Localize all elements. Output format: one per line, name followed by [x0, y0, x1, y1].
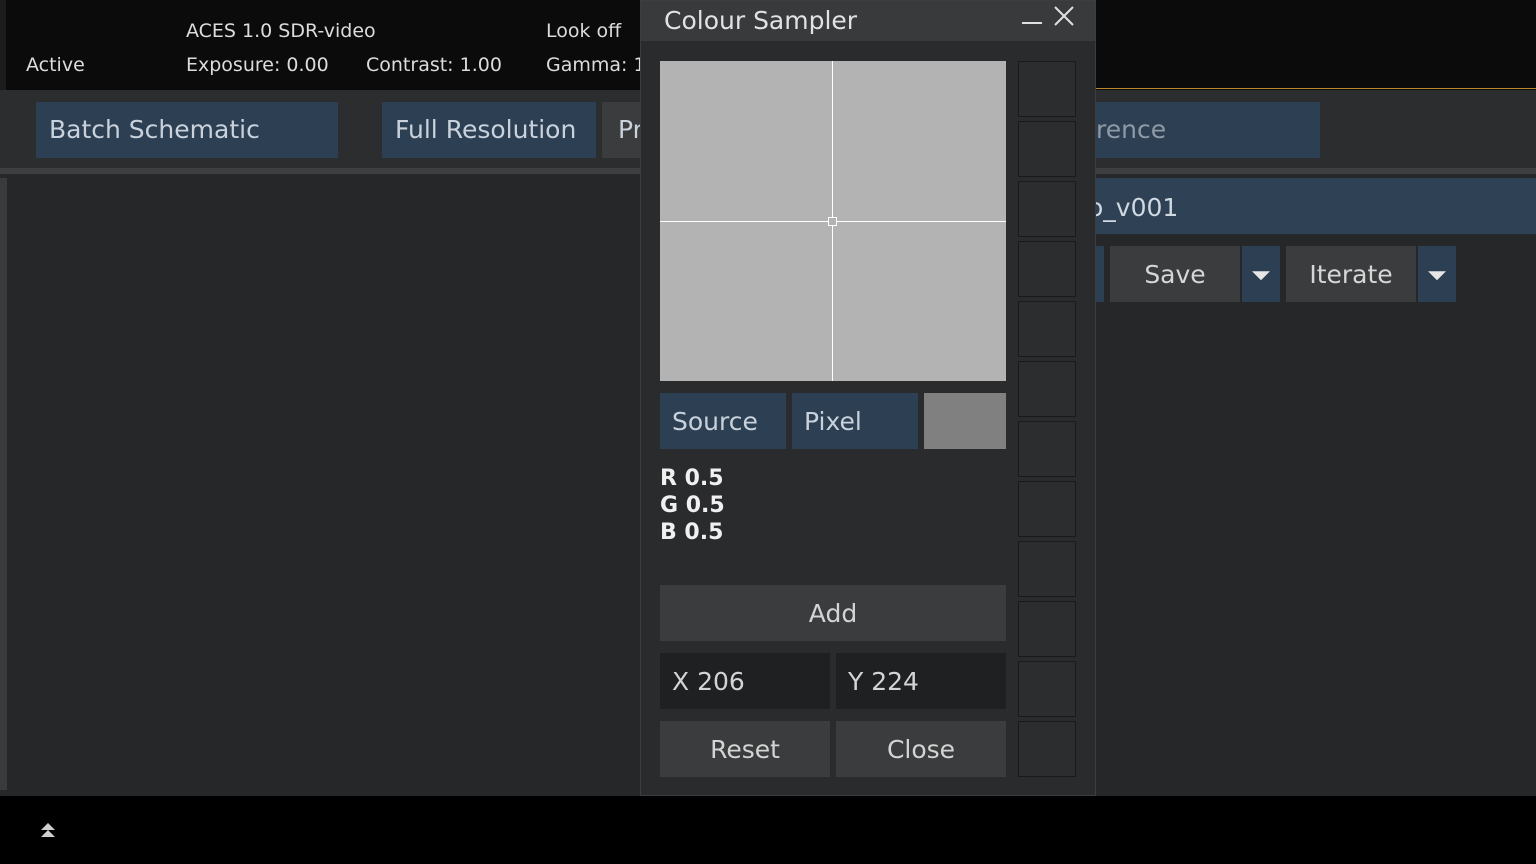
colour-sampler-dialog: Colour Sampler Source Pixel R 0.5 G 0.5 … — [640, 0, 1096, 796]
dialog-title-bar[interactable]: Colour Sampler — [641, 1, 1095, 41]
work-area-edge — [0, 178, 7, 790]
sample-slot[interactable] — [1018, 721, 1076, 777]
sample-preview[interactable] — [660, 61, 1006, 381]
minimize-icon[interactable] — [1021, 7, 1043, 29]
sample-slot[interactable] — [1018, 481, 1076, 537]
red-value: R 0.5 — [660, 466, 724, 491]
save-options-button[interactable] — [1242, 246, 1280, 302]
save-button[interactable]: Save — [1110, 246, 1240, 302]
setup-name-text: o_v001 — [1096, 193, 1179, 222]
sample-slot[interactable] — [1018, 661, 1076, 717]
reset-button[interactable]: Reset — [660, 721, 830, 777]
dialog-title: Colour Sampler — [664, 6, 858, 35]
y-coordinate-field[interactable]: Y 224 — [836, 653, 1006, 709]
look-label: Look off — [546, 20, 622, 42]
partial-arrow-button[interactable] — [1096, 246, 1104, 302]
colour-swatch — [924, 393, 1006, 449]
source-button[interactable]: Source — [660, 393, 786, 449]
full-resolution-button[interactable]: Full Resolution — [382, 102, 596, 158]
iterate-button[interactable]: Iterate — [1286, 246, 1416, 302]
sample-slot[interactable] — [1018, 361, 1076, 417]
sample-slot[interactable] — [1018, 421, 1076, 477]
colour-space-label: ACES 1.0 SDR-video — [186, 20, 376, 42]
status-label: Active — [26, 54, 85, 76]
gamma-label: Gamma: 1 — [546, 54, 646, 76]
chevron-down-icon — [1252, 271, 1270, 281]
crosshair-handle[interactable] — [828, 217, 837, 226]
green-value: G 0.5 — [660, 493, 725, 518]
expand-up-icon[interactable] — [36, 818, 60, 842]
sample-slot[interactable] — [1018, 301, 1076, 357]
sample-slot[interactable] — [1018, 601, 1076, 657]
top-bar-edge — [0, 0, 6, 90]
setup-name-field[interactable]: o_v001 — [1096, 178, 1536, 234]
sample-slot[interactable] — [1018, 241, 1076, 297]
reference-button[interactable]: rence — [1096, 102, 1320, 158]
iterate-options-button[interactable] — [1418, 246, 1456, 302]
sample-slot[interactable] — [1018, 541, 1076, 597]
bottom-bar — [0, 796, 1536, 864]
partial-toolbar-button[interactable]: Pr — [602, 102, 642, 158]
batch-schematic-button[interactable]: Batch Schematic — [36, 102, 338, 158]
exposure-label: Exposure: 0.00 — [186, 54, 329, 76]
sample-slot[interactable] — [1018, 181, 1076, 237]
close-icon[interactable] — [1051, 3, 1077, 29]
pixel-button[interactable]: Pixel — [792, 393, 918, 449]
close-button[interactable]: Close — [836, 721, 1006, 777]
contrast-label: Contrast: 1.00 — [366, 54, 502, 76]
sample-slot[interactable] — [1018, 121, 1076, 177]
accent-divider — [1096, 88, 1536, 89]
blue-value: B 0.5 — [660, 520, 724, 545]
sample-slot[interactable] — [1018, 61, 1076, 117]
chevron-down-icon — [1428, 271, 1446, 281]
x-coordinate-field[interactable]: X 206 — [660, 653, 830, 709]
add-button[interactable]: Add — [660, 585, 1006, 641]
